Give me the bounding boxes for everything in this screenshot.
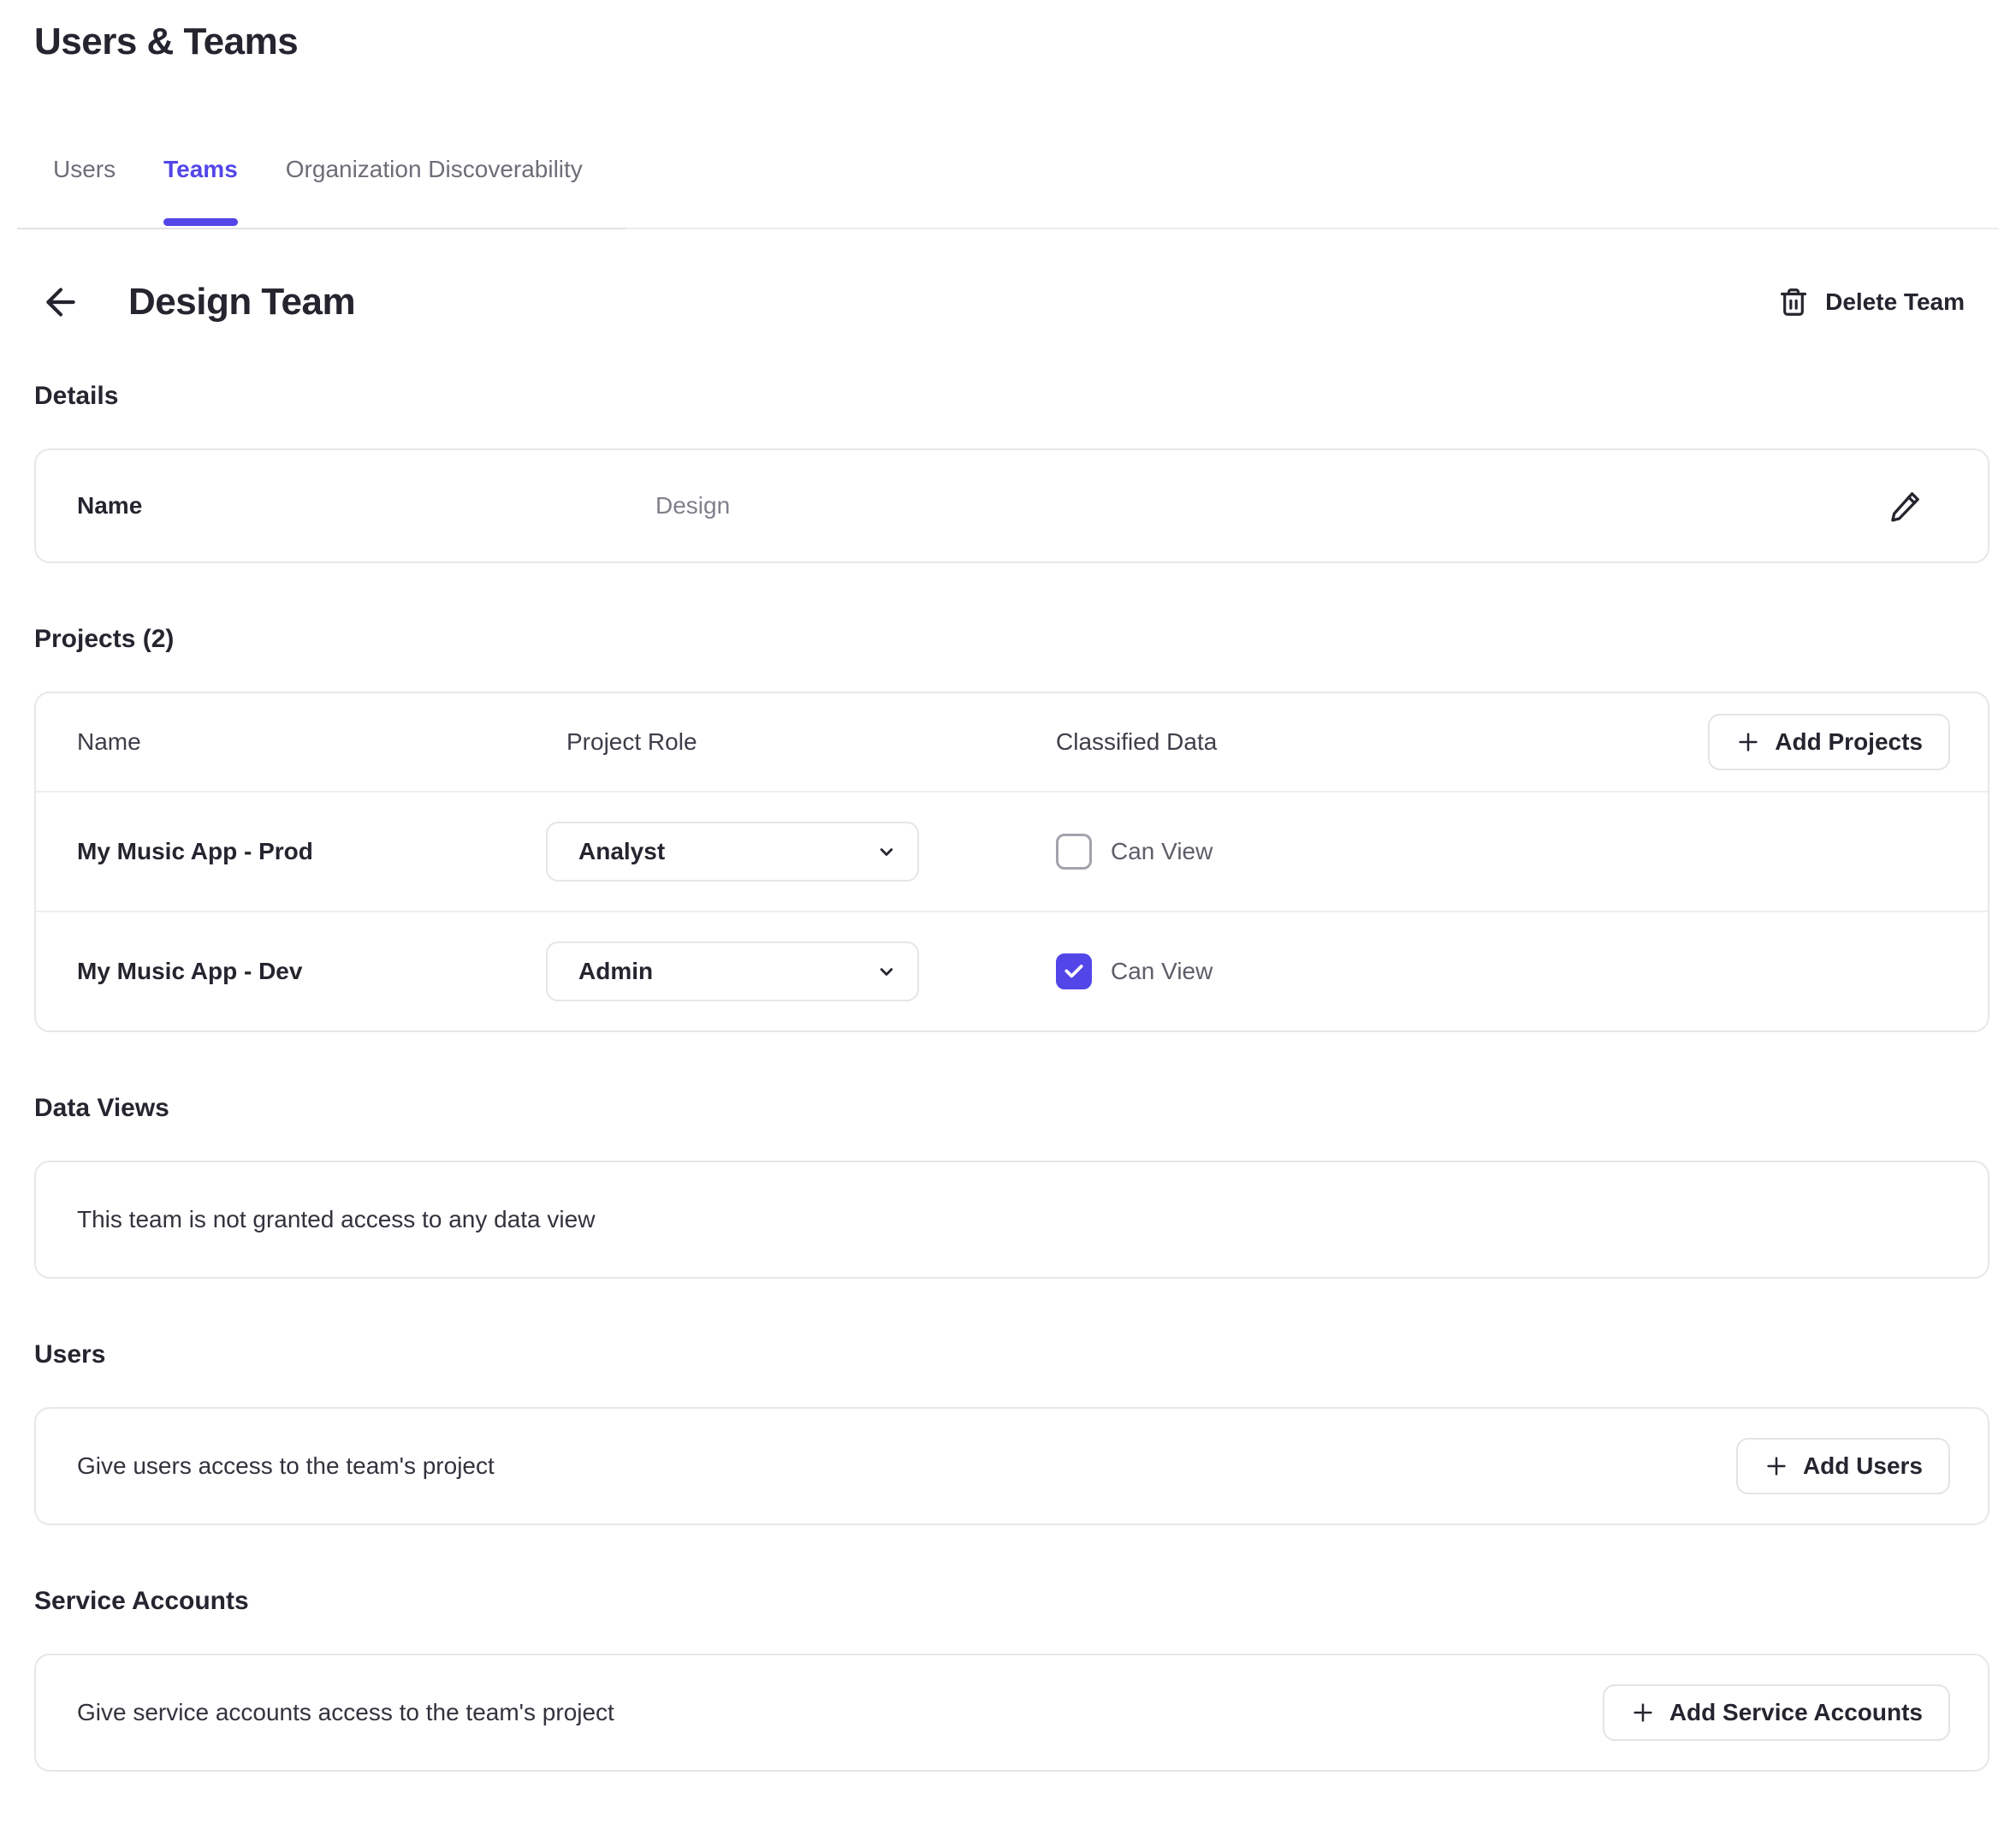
project-role-select[interactable]: Admin <box>546 941 919 1001</box>
arrow-left-icon <box>39 281 82 324</box>
project-role-select[interactable]: Analyst <box>546 822 919 882</box>
can-view-label: Can View <box>1111 958 1213 985</box>
add-users-button[interactable]: Add Users <box>1736 1438 1950 1494</box>
delete-team-label: Delete Team <box>1825 288 1965 316</box>
details-heading: Details <box>34 382 2016 411</box>
tab-organization-discoverability[interactable]: Organization Discoverability <box>286 156 583 228</box>
tab-bar: Users Teams Organization Discoverability <box>53 156 2016 228</box>
classified-data-cell: Can View <box>1056 953 1950 989</box>
delete-team-button[interactable]: Delete Team <box>1777 286 1965 318</box>
column-header-classified-data: Classified Data <box>1056 728 1708 756</box>
trash-icon <box>1777 286 1810 318</box>
can-view-label: Can View <box>1111 838 1213 865</box>
plus-icon <box>1764 1453 1789 1479</box>
data-views-heading: Data Views <box>34 1094 2016 1123</box>
project-name: My Music App - Prod <box>77 838 546 865</box>
column-header-project-role: Project Role <box>546 728 1056 756</box>
projects-table-header: Name Project Role Classified Data Add Pr… <box>36 693 1988 791</box>
team-name-value: Design <box>655 492 1885 520</box>
tab-users[interactable]: Users <box>53 156 116 228</box>
service-accounts-heading: Service Accounts <box>34 1587 2016 1616</box>
team-name-row: Name Design <box>36 450 1988 561</box>
users-heading: Users <box>34 1340 2016 1369</box>
project-name: My Music App - Dev <box>77 958 546 985</box>
add-projects-label: Add Projects <box>1775 728 1923 756</box>
plus-icon <box>1735 729 1761 755</box>
tab-teams[interactable]: Teams <box>163 156 238 228</box>
project-role-value: Admin <box>578 958 653 985</box>
back-button[interactable] <box>34 276 87 329</box>
can-view-checkbox[interactable] <box>1056 953 1092 989</box>
classified-data-cell: Can View <box>1056 834 1950 870</box>
project-role-value: Analyst <box>578 838 665 865</box>
page-title: Users & Teams <box>34 21 2016 63</box>
projects-heading: Projects (2) <box>34 625 2016 654</box>
can-view-checkbox[interactable] <box>1056 834 1092 870</box>
chevron-down-icon <box>875 959 898 983</box>
tab-bar-divider <box>17 228 1999 229</box>
pencil-icon <box>1889 489 1923 523</box>
add-service-accounts-label: Add Service Accounts <box>1669 1699 1923 1726</box>
service-accounts-card: Give service accounts access to the team… <box>34 1654 1989 1772</box>
chevron-down-icon <box>875 840 898 864</box>
service-accounts-empty-text: Give service accounts access to the team… <box>77 1699 614 1726</box>
table-row: My Music App - Dev Admin Can View <box>36 911 1988 1030</box>
add-service-accounts-button[interactable]: Add Service Accounts <box>1603 1684 1950 1741</box>
add-projects-button[interactable]: Add Projects <box>1708 714 1950 770</box>
projects-card: Name Project Role Classified Data Add Pr… <box>34 692 1989 1032</box>
data-views-empty-text: This team is not granted access to any d… <box>77 1206 595 1233</box>
data-views-card: This team is not granted access to any d… <box>34 1161 1989 1279</box>
users-card: Give users access to the team's project … <box>34 1407 1989 1525</box>
team-title: Design Team <box>128 281 355 324</box>
name-label: Name <box>77 492 655 520</box>
checkmark-icon <box>1063 960 1085 983</box>
plus-icon <box>1630 1700 1656 1725</box>
add-users-label: Add Users <box>1803 1452 1923 1480</box>
details-card: Name Design <box>34 448 1989 563</box>
team-header: Design Team Delete Team <box>34 276 2016 329</box>
table-row: My Music App - Prod Analyst Can View <box>36 791 1988 911</box>
column-header-name: Name <box>77 728 546 756</box>
users-empty-text: Give users access to the team's project <box>77 1452 495 1480</box>
edit-name-button[interactable] <box>1885 485 1926 526</box>
